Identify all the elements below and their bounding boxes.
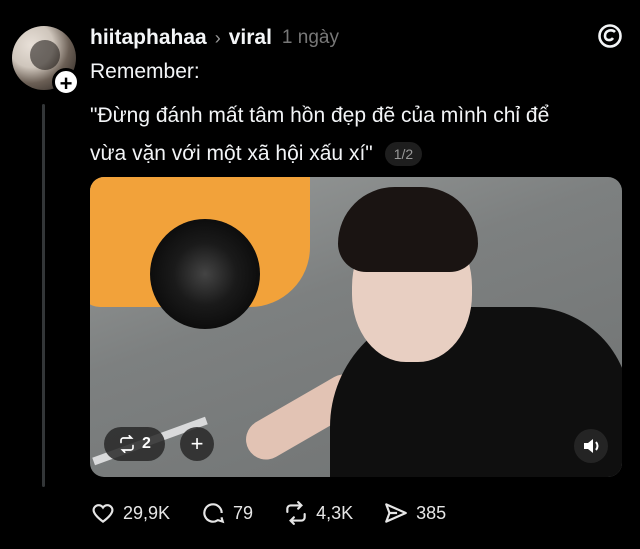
share-count: 385 [416,502,447,523]
post-time: 1 ngày [281,27,339,48]
page-indicator: 1/2 [384,142,423,166]
media-repost-button[interactable]: 2 [104,427,165,461]
post-text-line2-row: vừa vặn với một xã hội xấu xí" 1/2 [90,142,423,166]
action-bar: 29,9K 79 4,3K 385 [90,498,476,528]
repost-button[interactable]: 4,3K [283,500,353,526]
person-hair [338,187,478,272]
repost-count: 4,3K [316,502,354,523]
post-intro: Remember: [90,60,200,83]
reply-count: 79 [233,502,254,523]
post-text-line1: "Đừng đánh mất tâm hồn đẹp đẽ của mình c… [90,104,550,127]
chevron-right-icon: › [214,27,221,48]
share-icon [385,503,407,523]
like-count: 29,9K [123,502,171,523]
media-repost-count: 2 [142,435,151,452]
post-video[interactable]: 2 + [90,177,622,477]
thread-line [42,104,45,487]
speaker-icon[interactable] [574,429,608,463]
topic-tag[interactable]: viral [229,26,272,50]
car-wheel [150,219,260,329]
repost-icon [120,435,134,453]
post-text-line2: vừa vặn với một xã hội xấu xí" [90,142,373,165]
reply-button[interactable]: 79 [200,500,253,526]
plus-icon[interactable]: + [180,427,214,461]
share-button[interactable]: 385 [383,500,446,526]
comment-icon [203,503,225,524]
threads-logo-icon[interactable] [596,22,624,50]
like-button[interactable]: 29,9K [90,500,170,526]
repost-icon [286,501,306,525]
heart-icon [92,504,114,524]
follow-plus-icon[interactable]: + [52,68,80,96]
username[interactable]: hiitaphahaa [90,26,207,50]
post-header: hiitaphahaa › viral 1 ngày [90,24,339,52]
